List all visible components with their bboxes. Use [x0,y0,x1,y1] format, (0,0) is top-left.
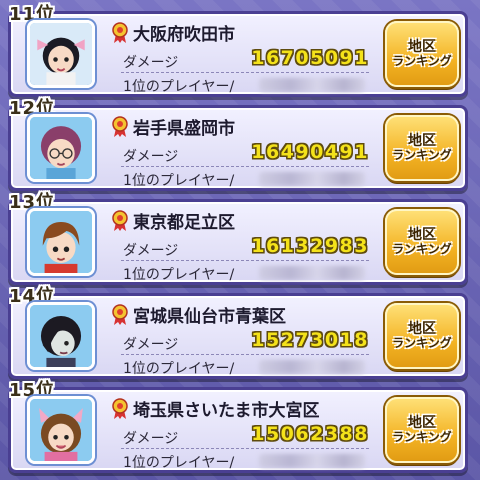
damage-label: ダメージ [123,431,179,447]
region-name: 東京都足立区 [133,213,235,233]
damage-value: 15273018 [251,329,369,351]
region-name: 岩手県盛岡市 [133,119,235,139]
top-player-label: 1位のプレイヤー/ [123,267,235,283]
damage-label: ダメージ [123,149,179,165]
player-avatar [27,208,95,276]
blurred-player-name [259,78,365,92]
button-line1: 地区 [408,133,436,150]
medal-icon [112,304,128,325]
damage-label: ダメージ [123,243,179,259]
player-avatar [27,20,95,88]
divider [121,260,369,261]
region-ranking-button[interactable]: 地区 ランキング [385,397,459,463]
medal-icon [112,398,128,419]
button-line1: 地区 [408,415,436,432]
button-line2: ランキング [392,430,452,445]
blurred-player-name [259,360,365,374]
cat-ear-girl-icon [30,399,92,461]
ranking-row[interactable]: 14位 宮城県仙台市青葉区 ダメージ 15273018 1位のプレイヤー/ 地区 [8,286,468,379]
divider [121,448,369,449]
top-player-label: 1位のプレイヤー/ [123,173,235,189]
blurred-player-name [259,454,365,468]
region-name: 埼玉県さいたま市大宮区 [133,401,320,421]
region-name: 大阪府吹田市 [133,25,235,45]
button-line2: ランキング [392,54,452,69]
player-avatar [27,302,95,370]
ranking-list[interactable]: 11位 大阪府吹田市 ダメージ 16705091 1位のプレイヤー/ 地区 ラン… [0,0,480,480]
button-line1: 地区 [408,227,436,244]
ranking-row[interactable]: 11位 大阪府吹田市 ダメージ 16705091 1位のプレイヤー/ 地区 ラン… [8,4,468,97]
ranking-row[interactable]: 13位 東京都足立区 ダメージ 16132983 1位のプレイヤー/ 地区 ラン… [8,192,468,285]
damage-value: 15062388 [251,423,369,445]
divider [121,72,369,73]
region-name: 宮城県仙台市青葉区 [133,307,286,327]
divider [121,166,369,167]
girl-with-bow-icon [30,23,92,85]
region-ranking-button[interactable]: 地区 ランキング [385,21,459,87]
medal-icon [112,22,128,43]
damage-label: ダメージ [123,337,179,353]
player-avatar [27,396,95,464]
button-line2: ランキング [392,336,452,351]
damage-value: 16705091 [251,47,369,69]
medal-icon [112,116,128,137]
player-avatar [27,114,95,182]
button-line1: 地区 [408,39,436,56]
top-player-label: 1位のプレイヤー/ [123,79,235,95]
damage-value: 16490491 [251,141,369,163]
blurred-player-name [259,266,365,280]
medal-icon [112,210,128,231]
divider [121,354,369,355]
button-line1: 地区 [408,321,436,338]
region-ranking-button[interactable]: 地区 ランキング [385,115,459,181]
boy-brown-hair-icon [30,211,92,273]
button-line2: ランキング [392,242,452,257]
ranking-row[interactable]: 12位 岩手県盛岡市 ダメージ 16490491 1位のプレイヤー/ 地区 ラン… [8,98,468,191]
damage-label: ダメージ [123,55,179,71]
top-player-label: 1位のプレイヤー/ [123,455,235,471]
top-player-label: 1位のプレイヤー/ [123,361,235,377]
dark-haired-youkai-icon [30,305,92,367]
blurred-player-name [259,172,365,186]
region-ranking-button[interactable]: 地区 ランキング [385,209,459,275]
damage-value: 16132983 [251,235,369,257]
button-line2: ランキング [392,148,452,163]
ranking-row[interactable]: 15位 埼玉県さいたま市大宮区 ダメージ 15062388 1位のプレイヤー/ [8,380,468,473]
girl-with-glasses-icon [30,117,92,179]
region-ranking-button[interactable]: 地区 ランキング [385,303,459,369]
